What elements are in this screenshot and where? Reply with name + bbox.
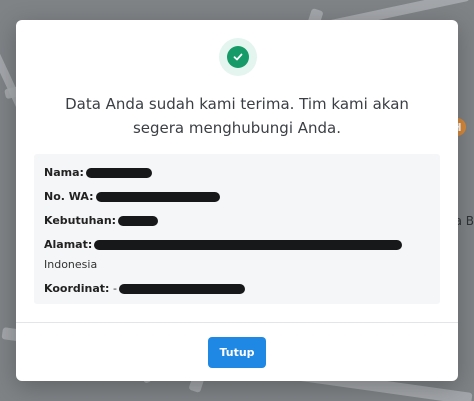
detail-wa: No. WA: <box>44 190 430 203</box>
wa-label: No. WA: <box>44 190 94 203</box>
check-circle-icon <box>227 46 249 68</box>
redacted-value <box>85 168 152 178</box>
redacted-value <box>94 240 403 250</box>
submission-details: Nama: No. WA: Kebutuhan: Alamat: Indones… <box>34 154 440 304</box>
detail-nama: Nama: <box>44 166 430 179</box>
redacted-value <box>118 216 159 226</box>
alamat-country: Indonesia <box>44 258 98 271</box>
close-button[interactable]: Tutup <box>208 337 266 368</box>
kebutuhan-label: Kebutuhan: <box>44 214 117 227</box>
redacted-value <box>118 284 245 294</box>
redacted-value <box>95 192 220 202</box>
detail-kebutuhan: Kebutuhan: <box>44 214 430 227</box>
alamat-label: Alamat: <box>44 238 93 251</box>
detail-koordinat: Koordinat: - <box>44 282 430 295</box>
success-icon-badge <box>219 38 257 76</box>
detail-alamat-country: Indonesia <box>44 258 430 271</box>
koordinat-prefix: - <box>112 282 117 295</box>
nama-label: Nama: <box>44 166 84 179</box>
koordinat-label: Koordinat: <box>44 282 110 295</box>
success-modal: Data Anda sudah kami terima. Tim kami ak… <box>16 20 458 381</box>
modal-divider <box>16 322 458 323</box>
success-message: Data Anda sudah kami terima. Tim kami ak… <box>65 95 409 137</box>
detail-alamat: Alamat: <box>44 238 430 251</box>
